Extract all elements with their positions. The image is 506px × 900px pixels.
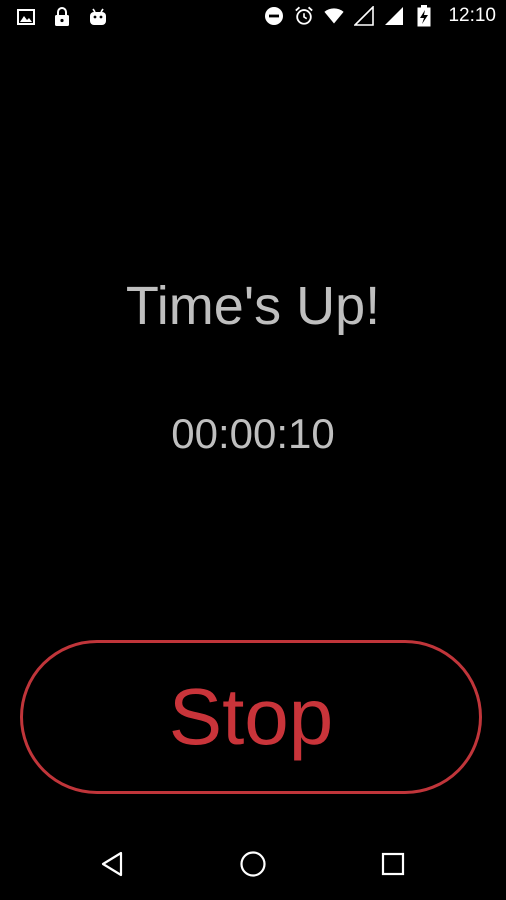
signal-icon	[354, 5, 375, 27]
status-bar: 12:10	[0, 0, 506, 36]
status-left-icons	[16, 6, 108, 28]
stop-button-label: Stop	[168, 672, 334, 761]
home-button[interactable]	[233, 848, 273, 884]
do-not-disturb-icon	[264, 5, 284, 27]
wifi-icon	[324, 5, 345, 27]
stop-button[interactable]: Stop	[20, 640, 482, 794]
times-up-title: Time's Up!	[125, 276, 381, 336]
signal-full-icon	[384, 5, 404, 27]
recents-icon	[381, 852, 405, 881]
timer-screen: 12:10 Time's Up! 00:00:10 Stop	[0, 0, 506, 900]
status-clock: 12:10	[448, 5, 496, 26]
status-right-icons: 12:10	[264, 5, 496, 27]
elapsed-time: 00:00:10	[171, 410, 335, 457]
back-button[interactable]	[92, 848, 132, 884]
back-icon	[100, 851, 124, 882]
home-icon	[239, 850, 267, 883]
battery-charging-icon	[414, 5, 434, 27]
image-icon	[16, 6, 36, 28]
recents-button[interactable]	[373, 848, 413, 884]
lock-icon	[52, 6, 72, 28]
alarm-icon	[294, 5, 314, 27]
android-icon	[88, 6, 108, 28]
navigation-bar	[0, 828, 506, 900]
